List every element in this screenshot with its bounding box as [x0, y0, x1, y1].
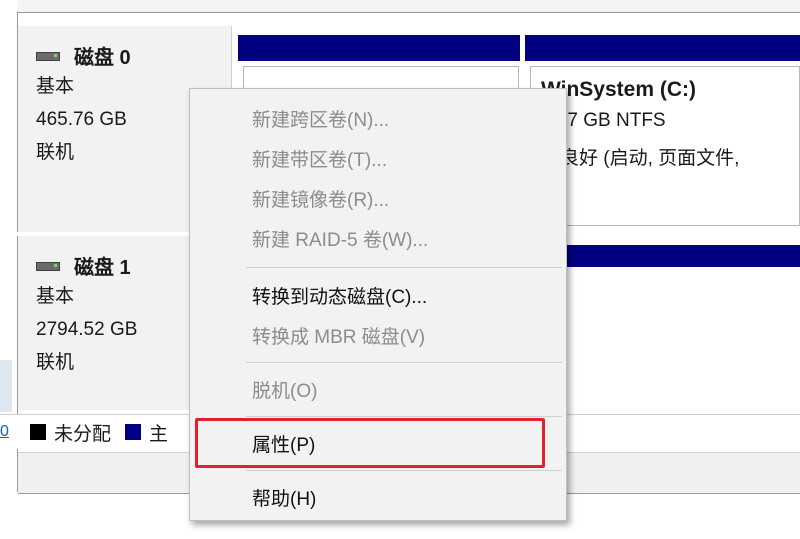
unallocated-swatch: [30, 424, 46, 440]
menu-item-new-raid5-volume[interactable]: 新建 RAID-5 卷(W)...: [252, 225, 428, 252]
volume-status: 态良好 (启动, 页面文件,: [541, 148, 740, 169]
disk-1-name: 磁盘 1: [74, 256, 131, 279]
menu-item-convert-mbr[interactable]: 转换成 MBR 磁盘(V): [252, 322, 425, 349]
menu-separator: [246, 470, 562, 471]
legend-edge-link[interactable]: 0: [0, 423, 10, 441]
menu-item-new-mirrored-volume[interactable]: 新建镜像卷(R)...: [252, 185, 389, 212]
disk-0-name: 磁盘 0: [74, 46, 131, 69]
disk-0-header: 磁盘 0: [36, 40, 231, 70]
disk-drive-icon: [36, 50, 60, 61]
disk-drive-icon: [36, 260, 60, 271]
side-panel-strip: [0, 360, 12, 412]
legend-unallocated: 未分配: [54, 423, 112, 445]
primary-swatch: [125, 424, 142, 440]
menu-separator: [246, 362, 562, 363]
disk-1-partition-bar: [566, 245, 800, 267]
partition-0-bar: [238, 35, 520, 61]
partition-1-bar: [525, 35, 800, 61]
menu-item-new-striped-volume[interactable]: 新建带区卷(T)...: [252, 145, 387, 172]
menu-item-offline[interactable]: 脱机(O): [252, 376, 317, 403]
properties-highlight-box: [195, 418, 545, 468]
menu-item-new-spanned-volume[interactable]: 新建跨区卷(N)...: [252, 105, 389, 132]
menu-separator: [246, 267, 562, 268]
menu-item-convert-dynamic[interactable]: 转换到动态磁盘(C)...: [252, 282, 427, 309]
menu-item-help[interactable]: 帮助(H): [252, 484, 316, 511]
menu-separator: [246, 416, 562, 417]
legend-primary: 主: [149, 423, 169, 445]
window-top-edge: [17, 0, 800, 13]
